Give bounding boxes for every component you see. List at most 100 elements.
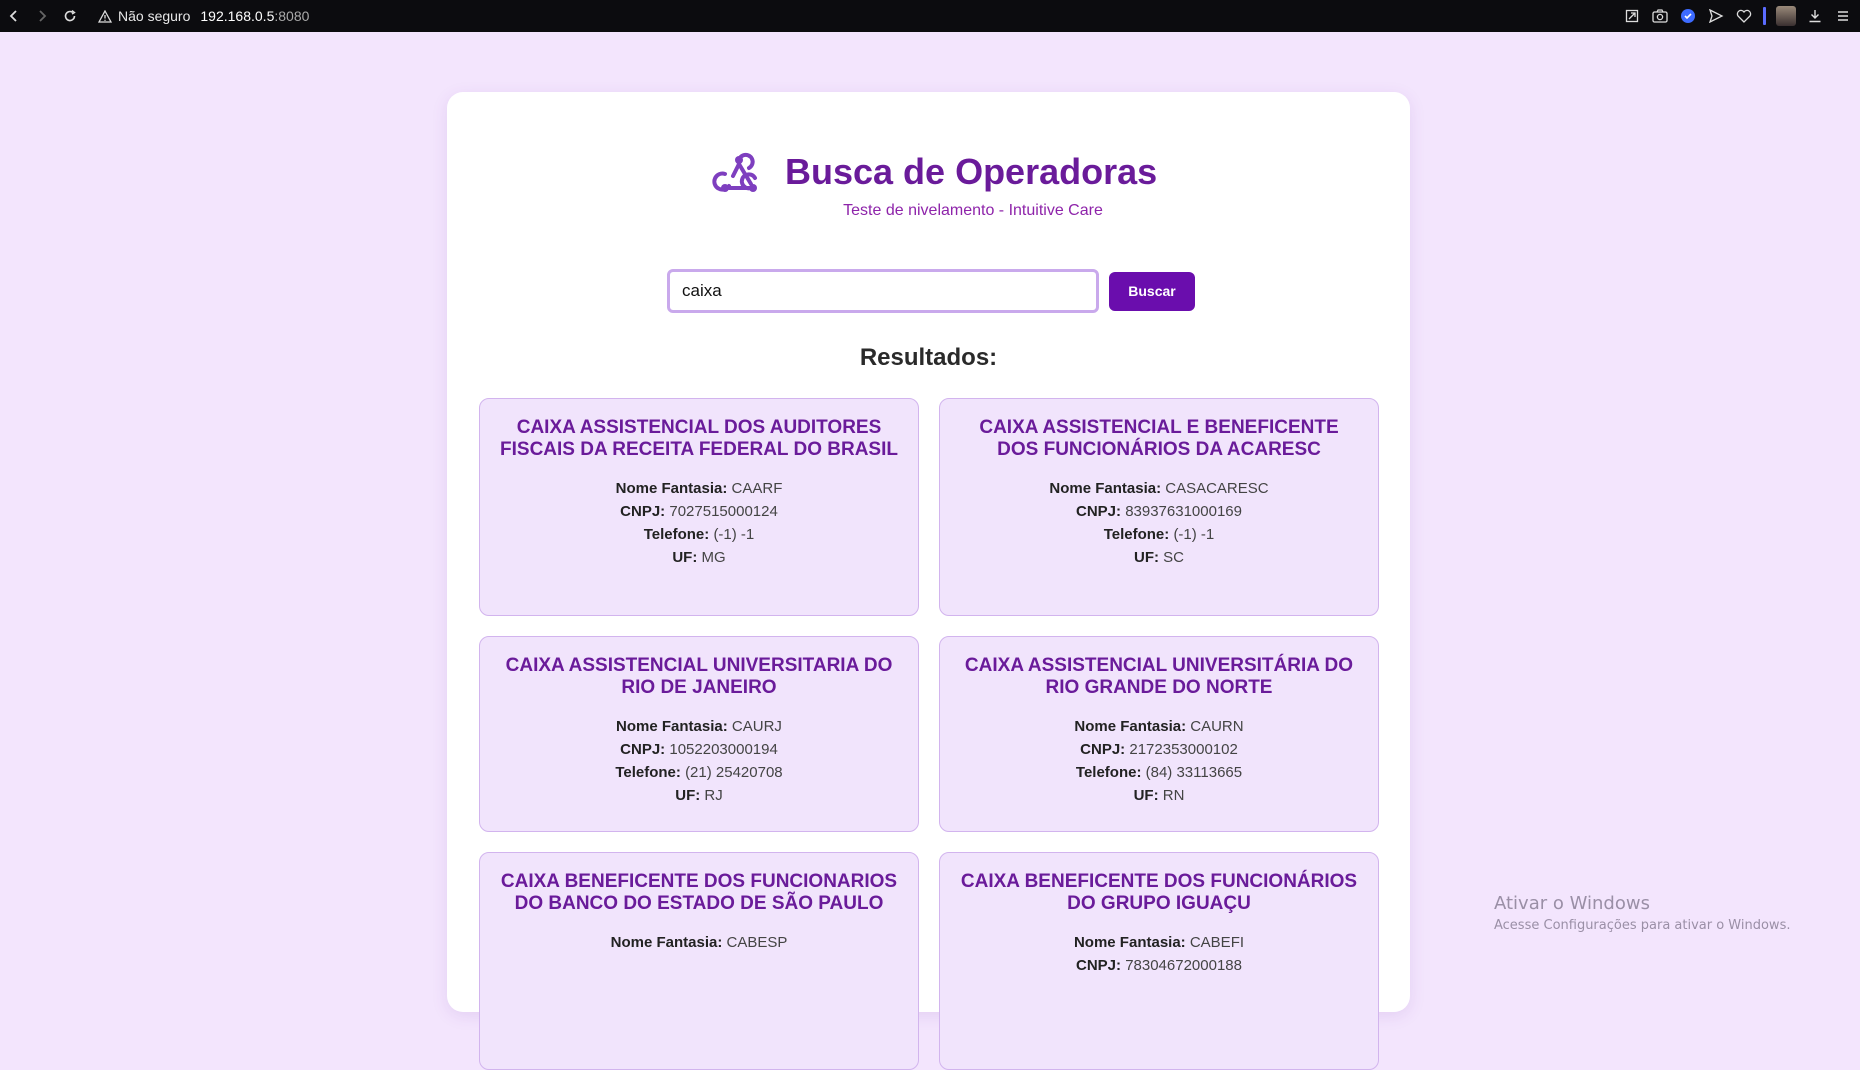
webhook-icon [712,152,757,192]
field-label: CNPJ: [1080,741,1126,758]
field-label: Telefone: [643,526,710,543]
nome-fantasia-line: Nome Fantasia: CAURJ [498,715,900,738]
telefone-value: (84) 33113665 [1145,764,1243,781]
field-label: CNPJ: [1076,503,1122,520]
uf-value: RN [1162,787,1185,804]
card-title: CAIXA ASSISTENCIAL E BENEFICENTE DOS FUN… [979,417,1339,460]
operadora-card[interactable]: CAIXA BENEFICENTE DOS FUNCIONÁRIOS DO GR… [939,852,1379,1070]
telefone-line: Telefone: (-1) -1 [498,523,900,546]
cnpj-value: 83937631000169 [1125,503,1242,520]
field-label: UF: [1133,549,1159,566]
field-label: Telefone: [615,764,681,781]
share-icon[interactable] [1623,7,1641,25]
cnpj-line: CNPJ: 1052203000194 [498,738,900,761]
operadora-card[interactable]: CAIXA ASSISTENCIAL UNIVERSITARIA DO RIO … [479,636,919,832]
watermark-subtitle: Acesse Configurações para ativar o Windo… [1494,918,1791,933]
telefone-line: Telefone: (-1) -1 [958,523,1360,546]
menu-icon[interactable] [1834,7,1852,25]
uf-line: UF: RN [958,784,1360,807]
page-subtitle: Teste de nivelamento - Intuitive Care [843,202,1103,219]
url-port: :8080 [274,8,310,24]
nome-fantasia-line: Nome Fantasia: CAURN [958,715,1360,738]
nome-fantasia-line: Nome Fantasia: CABEFI [958,931,1360,954]
nome-fantasia-value: CABESP [726,934,788,951]
nome-fantasia-value: CASACARESC [1165,480,1269,497]
uf-line: UF: SC [958,546,1360,569]
field-label: Nome Fantasia: [1049,480,1162,497]
card-title: CAIXA BENEFICENTE DOS FUNCIONARIOS DO BA… [500,871,898,914]
field-label: UF: [1133,787,1159,804]
nome-fantasia-line: Nome Fantasia: CAARF [498,477,900,500]
card-title: CAIXA BENEFICENTE DOS FUNCIONÁRIOS DO GR… [960,871,1358,914]
cnpj-line: CNPJ: 83937631000169 [958,500,1360,523]
card-title: CAIXA ASSISTENCIAL UNIVERSITARIA DO RIO … [505,655,893,698]
uf-value: MG [701,549,726,566]
field-label: CNPJ: [620,503,666,520]
field-label: CNPJ: [620,741,666,758]
telefone-value: (21) 25420708 [685,764,783,781]
security-status[interactable]: Não seguro [118,8,190,24]
reload-icon [64,9,76,22]
operadora-card[interactable]: CAIXA BENEFICENTE DOS FUNCIONARIOS DO BA… [479,852,919,1070]
nome-fantasia-value: CAARF [731,480,783,497]
nome-fantasia-value: CABEFI [1189,934,1245,951]
warning-icon [98,9,112,23]
field-label: UF: [672,549,698,566]
search-input[interactable] [667,269,1099,313]
nome-fantasia-value: CAURN [1190,718,1244,735]
back-arrow-icon [9,10,17,22]
field-label: Nome Fantasia: [616,718,728,735]
send-icon[interactable] [1707,7,1725,25]
camera-icon[interactable] [1651,7,1669,25]
field-label: Telefone: [1103,526,1170,543]
windows-activation-watermark: Ativar o Windows Acesse Configurações pa… [1494,893,1790,933]
uf-value: RJ [704,787,723,804]
profile-avatar[interactable] [1776,6,1796,26]
uf-line: UF: MG [498,546,900,569]
cnpj-value: 7027515000124 [669,503,778,520]
nome-fantasia-line: Nome Fantasia: CASACARESC [958,477,1360,500]
page-header: Busca de Operadoras Teste de nivelamento… [447,148,1410,238]
cnpj-line: CNPJ: 2172353000102 [958,738,1360,761]
download-icon[interactable] [1806,7,1824,25]
toolbar-divider [1763,7,1766,25]
search-button[interactable]: Buscar [1109,271,1195,311]
telefone-line: Telefone: (84) 33113665 [958,761,1360,784]
uf-value: SC [1163,549,1184,566]
field-label: Telefone: [1075,764,1142,781]
search-form: Buscar [667,269,1195,313]
forward-arrow-icon [39,10,47,22]
uf-line: UF: RJ [498,784,900,807]
telefone-value: (-1) -1 [713,526,755,543]
card-title: CAIXA ASSISTENCIAL DOS AUDITORES FISCAIS… [500,417,898,460]
cnpj-line: CNPJ: 78304672000188 [958,954,1360,977]
results-title: Resultados: [859,344,998,371]
cnpj-value: 1052203000194 [669,741,778,758]
heart-icon[interactable] [1735,7,1753,25]
cnpj-line: CNPJ: 7027515000124 [498,500,900,523]
cnpj-value: 2172353000102 [1129,741,1238,758]
operadora-card[interactable]: CAIXA ASSISTENCIAL DOS AUDITORES FISCAIS… [479,398,919,616]
watermark-title: Ativar o Windows [1494,893,1650,914]
card-title: CAIXA ASSISTENCIAL UNIVERSITÁRIA DO RIO … [964,655,1354,698]
back-button[interactable] [0,2,28,30]
field-label: Nome Fantasia: [1073,934,1186,951]
browser-toolbar: Não seguro 192.168.0.5:8080 [0,0,1860,32]
telefone-value: (-1) -1 [1173,526,1215,543]
field-label: CNPJ: [1076,957,1122,974]
shield-check-icon[interactable] [1679,7,1697,25]
page-title: Busca de Operadoras [785,151,1158,192]
field-label: Nome Fantasia: [610,934,723,951]
main-container: Busca de Operadoras Teste de nivelamento… [447,92,1410,1070]
address-bar[interactable]: Não seguro 192.168.0.5:8080 [98,8,309,24]
operadora-card[interactable]: CAIXA ASSISTENCIAL E BENEFICENTE DOS FUN… [939,398,1379,616]
forward-button[interactable] [28,2,56,30]
reload-button[interactable] [56,2,84,30]
results-list: CAIXA ASSISTENCIAL DOS AUDITORES FISCAIS… [479,398,1379,1070]
nome-fantasia-line: Nome Fantasia: CABESP [498,931,900,954]
telefone-line: Telefone: (21) 25420708 [498,761,900,784]
operadora-card[interactable]: CAIXA ASSISTENCIAL UNIVERSITÁRIA DO RIO … [939,636,1379,832]
field-label: UF: [675,787,701,804]
nome-fantasia-value: CAURJ [731,718,782,735]
toolbar-actions [1623,0,1852,32]
